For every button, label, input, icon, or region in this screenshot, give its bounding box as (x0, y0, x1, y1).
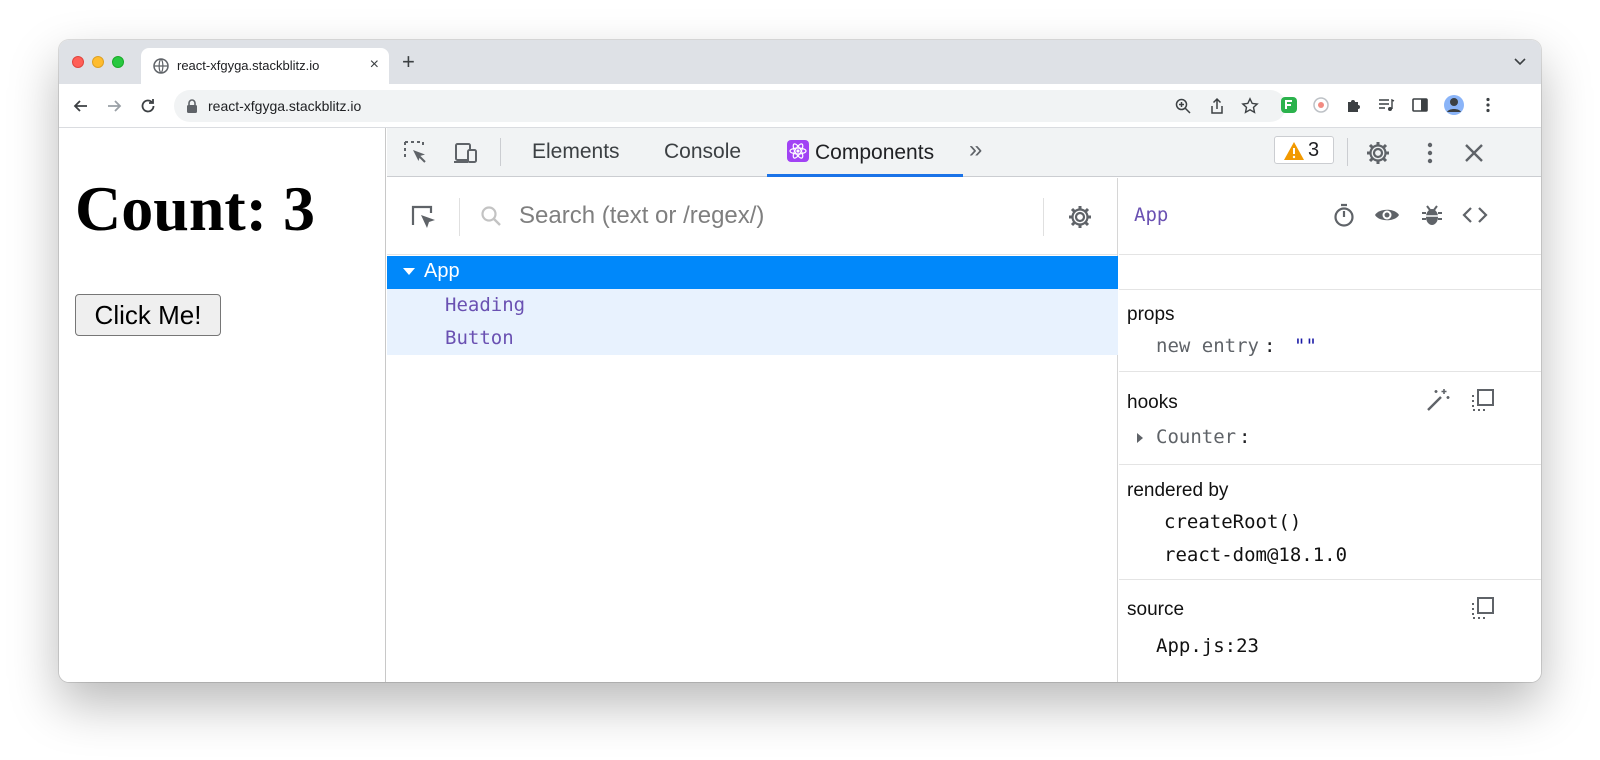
copy-icon[interactable] (1470, 387, 1496, 413)
source-location[interactable]: App.js:23 (1156, 635, 1259, 657)
extensions-puzzle-icon[interactable] (1345, 96, 1363, 114)
component-tree-pane: Search (text or /regex/) App Heading But… (387, 178, 1118, 682)
prop-key[interactable]: new entry (1156, 335, 1259, 357)
bug-icon[interactable] (1419, 202, 1445, 228)
window-minimize-button[interactable] (92, 56, 104, 68)
renderer-item[interactable]: createRoot() (1164, 511, 1301, 533)
count-heading: Count: 3 (75, 173, 316, 244)
tree-label: Heading (445, 294, 526, 316)
section-title: rendered by (1127, 480, 1229, 501)
devtools-panel: Elements Console Components » 3 Search (… (387, 128, 1541, 682)
search-divider (1043, 198, 1044, 236)
address-bar[interactable]: react-xfgyga.stackblitz.io (174, 90, 1286, 122)
tree-row-app[interactable]: App (387, 256, 1118, 289)
select-component-icon[interactable] (409, 203, 439, 233)
active-tab-indicator (767, 174, 963, 177)
extension-profiler-icon[interactable] (1312, 96, 1330, 114)
devtools-menu-icon[interactable] (1417, 140, 1443, 166)
tree-row-button[interactable]: Button (387, 322, 1118, 355)
tab-components-label: Components (815, 141, 935, 164)
search-icon (481, 206, 501, 226)
share-icon[interactable] (1208, 97, 1226, 115)
window-maximize-button[interactable] (112, 56, 124, 68)
component-search-row: Search (text or /regex/) (387, 178, 1117, 255)
prop-value[interactable]: "" (1294, 335, 1317, 357)
tree-label: Button (445, 327, 514, 349)
tab-strip: react-xfgyga.stackblitz.io × + (59, 40, 1541, 84)
chevron-down-icon[interactable] (1513, 54, 1527, 68)
click-me-button[interactable]: Click Me! (75, 294, 221, 336)
section-title: hooks (1127, 392, 1178, 413)
device-toolbar-icon[interactable] (452, 140, 478, 166)
forward-icon[interactable] (104, 96, 124, 116)
component-inspector-pane: App props new entry: "" hooks Counter:… (1119, 178, 1541, 682)
view-source-icon[interactable] (1462, 202, 1488, 228)
browser-window: react-xfgyga.stackblitz.io × + react-xfg… (59, 40, 1541, 682)
tab-close-icon[interactable]: × (370, 56, 379, 74)
media-controls-icon[interactable] (1377, 96, 1395, 114)
prop-colon: : (1264, 335, 1276, 357)
magic-wand-icon[interactable] (1425, 387, 1451, 413)
globe-icon (153, 58, 169, 74)
copy-icon[interactable] (1470, 595, 1496, 621)
search-divider (459, 198, 460, 236)
hook-name[interactable]: Counter (1156, 426, 1236, 448)
renderer-item[interactable]: react-dom@18.1.0 (1164, 544, 1347, 566)
warnings-count: 3 (1308, 139, 1320, 161)
window-close-button[interactable] (72, 56, 84, 68)
hooks-section: hooks Counter : (1119, 373, 1541, 465)
source-section: source App.js:23 (1119, 581, 1541, 682)
section-title: props (1127, 304, 1175, 325)
reload-icon[interactable] (138, 96, 158, 116)
section-title: source (1127, 599, 1185, 620)
toolbar-divider (1347, 138, 1348, 166)
zoom-icon[interactable] (1174, 97, 1192, 115)
inspect-element-icon[interactable] (403, 140, 429, 166)
back-icon[interactable] (71, 96, 91, 116)
rendered-by-section: rendered by createRoot() react-dom@18.1.… (1119, 466, 1541, 580)
component-search-input[interactable]: Search (text or /regex/) (519, 202, 764, 230)
web-page: Count: 3 Click Me! (59, 128, 386, 682)
expand-caret-icon[interactable] (1137, 433, 1143, 443)
browser-tab[interactable]: react-xfgyga.stackblitz.io × (141, 48, 389, 84)
eye-icon[interactable] (1374, 202, 1400, 228)
close-icon[interactable] (1461, 140, 1487, 166)
lock-icon[interactable] (186, 99, 198, 113)
inspector-spacer (1119, 256, 1541, 290)
tab-title: react-xfgyga.stackblitz.io (177, 58, 320, 73)
tree-label: App (424, 260, 460, 282)
props-section: props new entry : "" (1119, 291, 1541, 372)
inspector-header: App (1119, 178, 1541, 255)
tab-elements[interactable]: Elements (532, 140, 620, 164)
settings-gear-icon[interactable] (1365, 140, 1391, 166)
tab-components[interactable]: Components (787, 140, 934, 165)
stopwatch-icon[interactable] (1331, 202, 1357, 228)
url-text[interactable]: react-xfgyga.stackblitz.io (208, 98, 361, 114)
side-panel-icon[interactable] (1411, 96, 1429, 114)
hook-colon: : (1239, 426, 1251, 448)
new-tab-button[interactable]: + (402, 51, 415, 73)
expand-caret-icon[interactable] (403, 268, 415, 275)
browser-menu-icon[interactable] (1479, 96, 1497, 114)
more-tabs-button[interactable]: » (969, 136, 982, 164)
tree-row-heading[interactable]: Heading (387, 289, 1118, 322)
extension-feedly-icon[interactable] (1280, 96, 1298, 114)
inspected-component-name: App (1134, 204, 1169, 226)
warning-icon (1284, 142, 1304, 160)
warnings-badge[interactable]: 3 (1274, 136, 1334, 164)
devtools-toolbar: Elements Console Components » 3 (387, 128, 1541, 177)
tab-console[interactable]: Console (664, 140, 741, 164)
toolbar-divider (500, 138, 501, 166)
tree-settings-gear-icon[interactable] (1067, 204, 1093, 230)
avatar[interactable] (1443, 94, 1465, 116)
bookmark-star-icon[interactable] (1241, 97, 1259, 115)
react-logo-icon (787, 140, 809, 162)
